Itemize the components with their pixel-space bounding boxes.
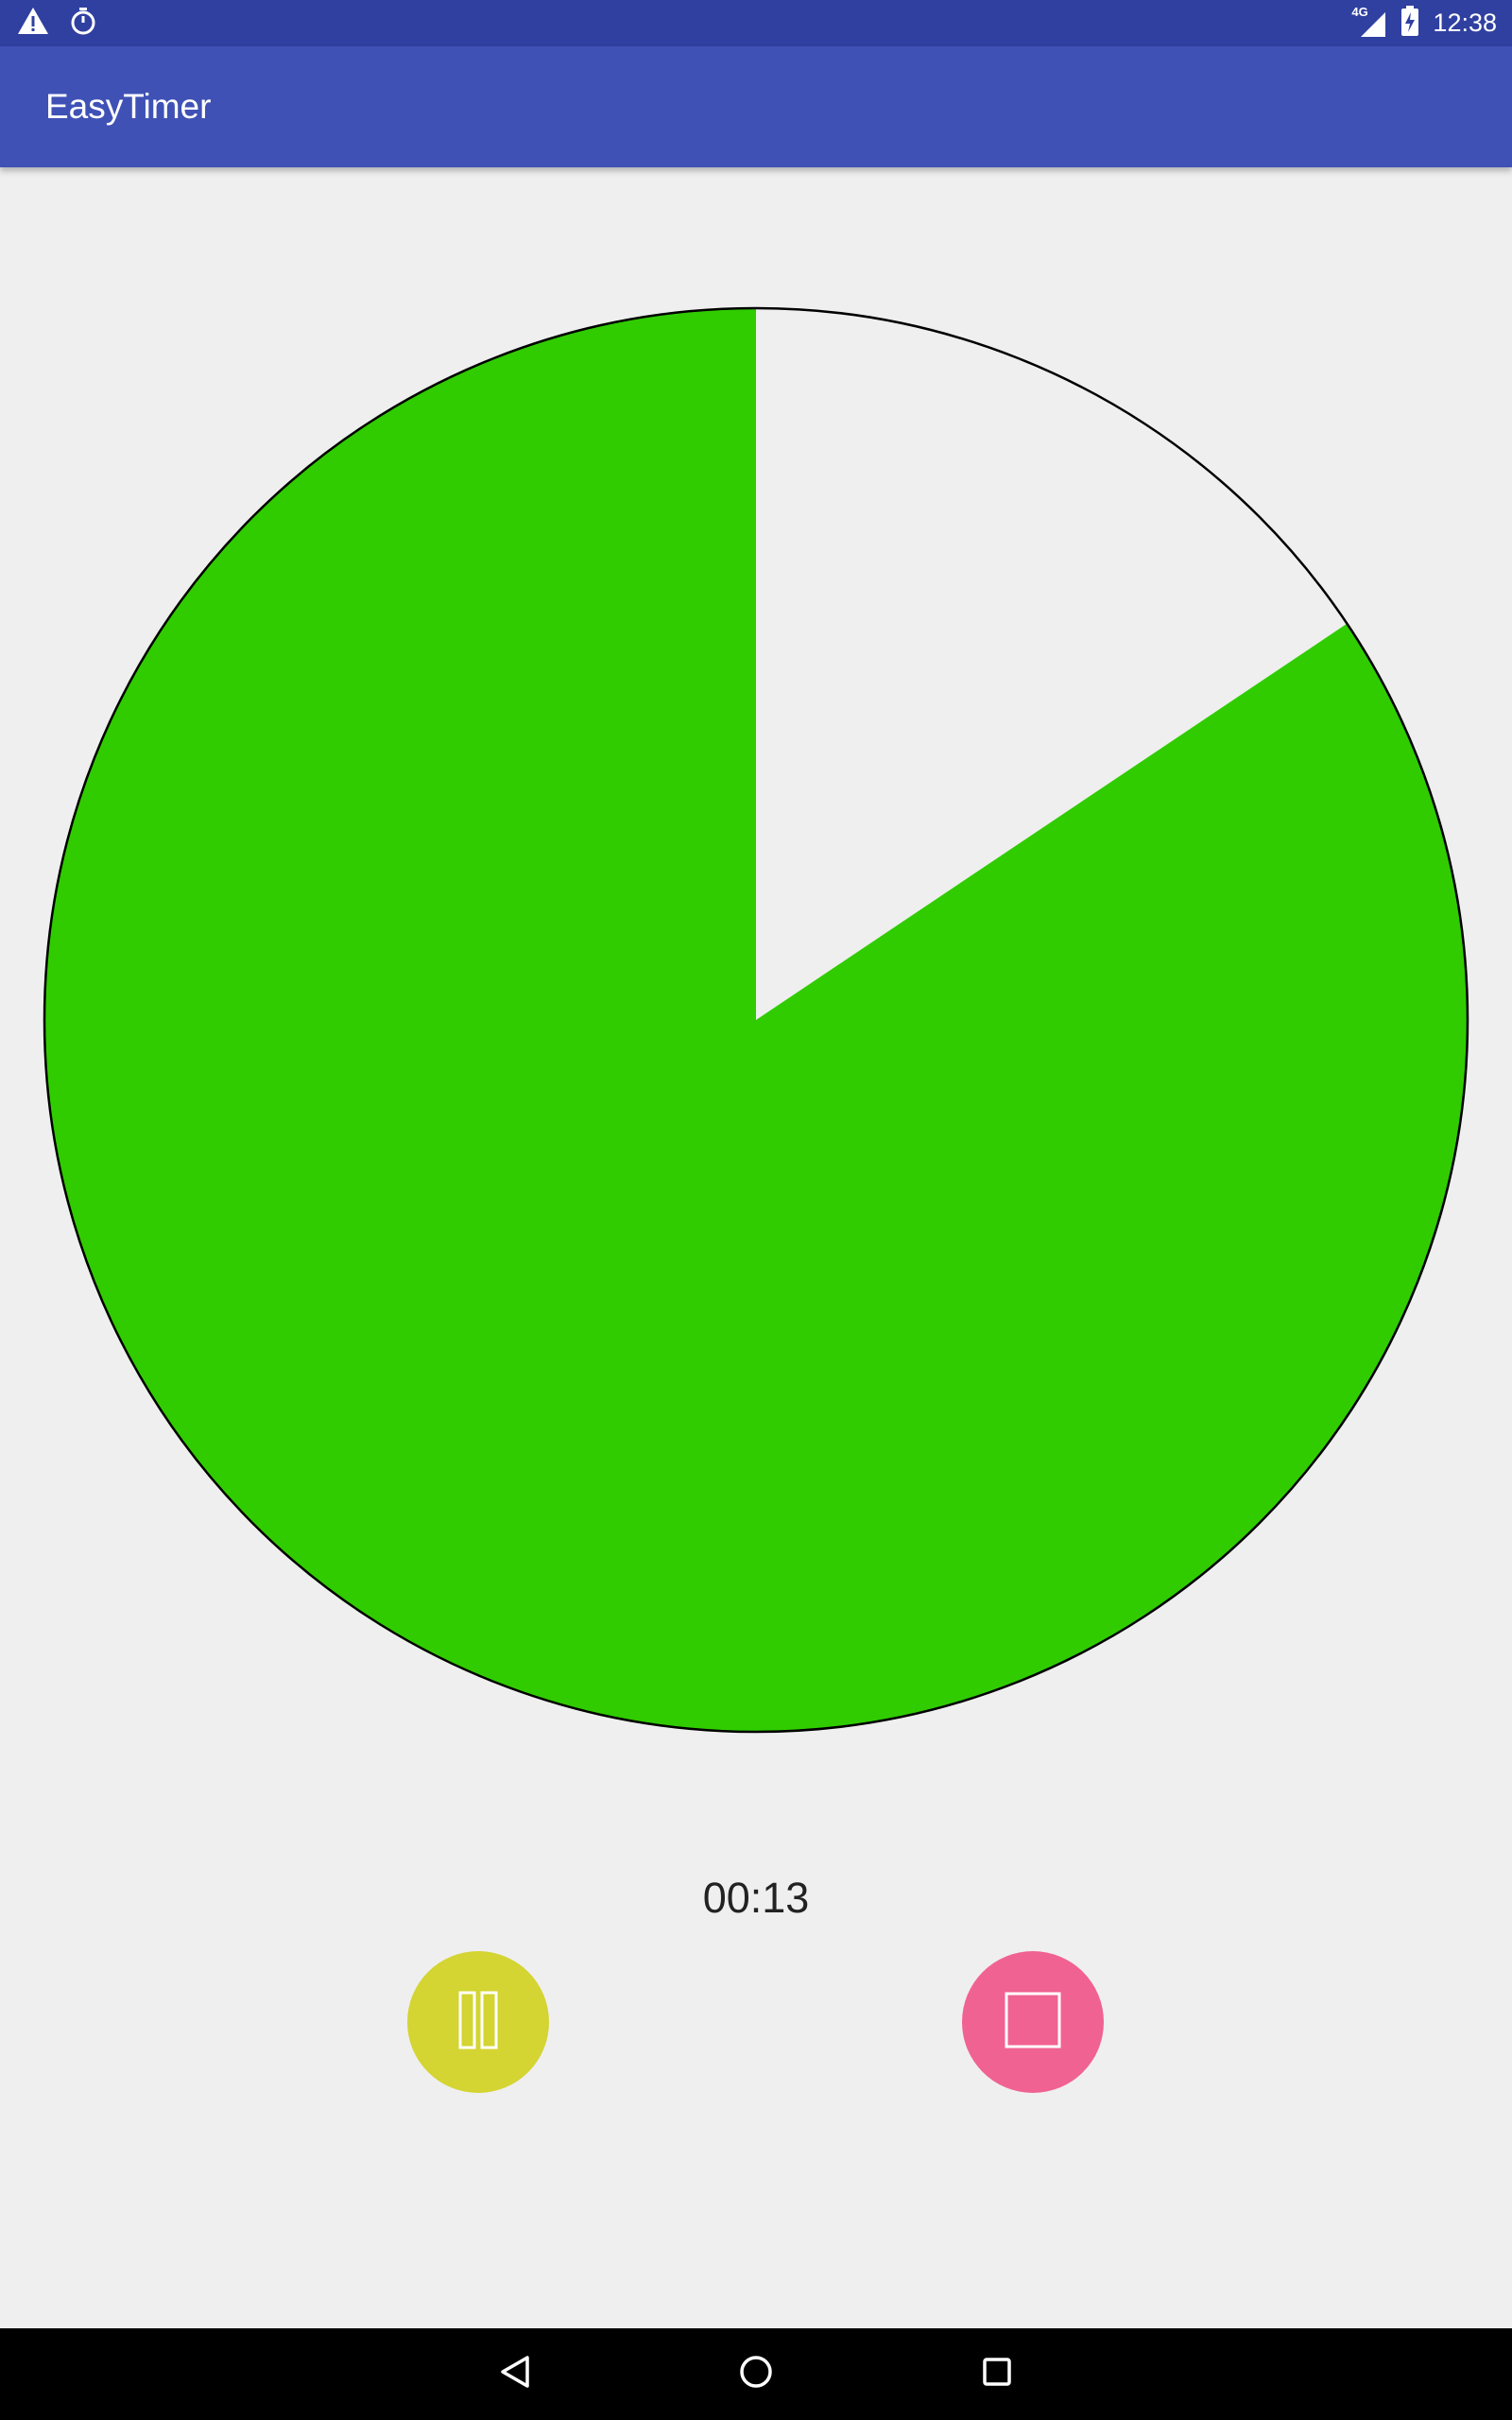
back-icon xyxy=(496,2353,534,2395)
battery-charging-icon xyxy=(1400,6,1419,41)
back-button[interactable] xyxy=(458,2328,572,2420)
navigation-bar xyxy=(0,2328,1512,2420)
stop-icon xyxy=(1005,1992,1061,2053)
app-title: EasyTimer xyxy=(45,87,212,126)
status-time: 12:38 xyxy=(1433,9,1497,37)
timer-pie xyxy=(43,306,1469,1734)
time-readout: 00:13 xyxy=(702,1874,810,1922)
pause-button[interactable] xyxy=(407,1951,549,2093)
signal-icon: 4G xyxy=(1351,5,1387,39)
status-right-icons: 4G 12:38 xyxy=(1351,0,1497,46)
recents-icon xyxy=(978,2353,1016,2395)
recents-button[interactable] xyxy=(940,2328,1054,2420)
warning-icon xyxy=(17,7,49,40)
stopwatch-icon xyxy=(70,7,96,40)
home-icon xyxy=(737,2353,775,2395)
status-left-icons xyxy=(17,0,96,46)
home-button[interactable] xyxy=(699,2328,813,2420)
network-type-label: 4G xyxy=(1351,4,1368,19)
timer-screen: 00:13 xyxy=(0,167,1512,2328)
pause-icon xyxy=(457,1991,499,2054)
app-bar: EasyTimer xyxy=(0,46,1512,167)
stop-button[interactable] xyxy=(962,1951,1104,2093)
status-bar: 4G 12:38 xyxy=(0,0,1512,46)
